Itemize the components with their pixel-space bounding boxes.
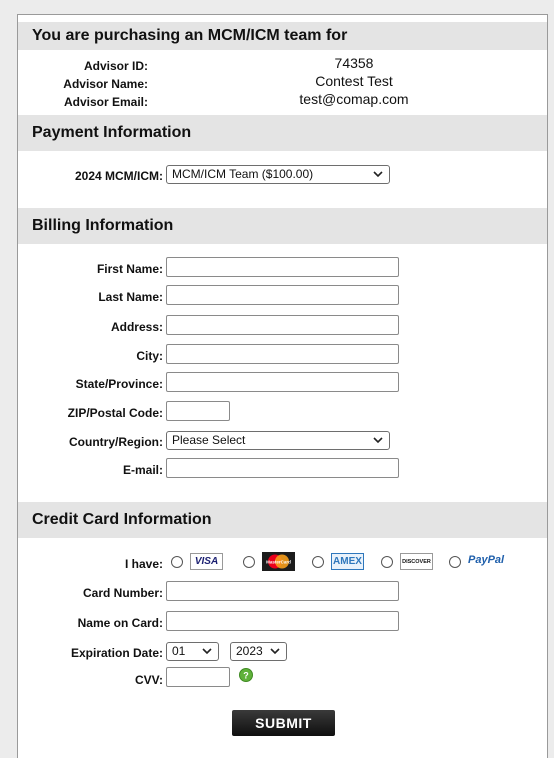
first-name-input[interactable] [166,257,399,277]
amex-radio[interactable] [312,556,324,568]
chevron-down-icon [373,437,383,444]
card-number-input[interactable] [166,581,399,601]
city-label: City: [136,349,163,363]
chevron-down-icon [270,648,280,655]
zip-label: ZIP/Postal Code: [67,406,163,420]
exp-month-select[interactable]: 01 [166,642,219,661]
email-input[interactable] [166,458,399,478]
payment-section-title: Payment Information [18,115,547,151]
card-type-label: I have: [124,557,163,571]
last-name-input[interactable] [166,285,399,305]
visa-card-icon: VISA [190,553,223,570]
advisor-id-value: 74358 [334,55,374,71]
city-input[interactable] [166,344,399,364]
state-label: State/Province: [75,377,163,391]
cvv-label: CVV: [134,673,163,687]
chevron-down-icon [373,171,383,178]
card-number-label: Card Number: [82,586,163,600]
paypal-label: PayPal [468,554,505,566]
mastercard-label: MasterCard [266,560,291,565]
zip-input[interactable] [166,401,230,421]
name-on-card-label: Name on Card: [77,616,163,630]
first-name-label: First Name: [96,262,163,276]
advisor-name-label: Advisor Name: [63,77,148,91]
expiration-label: Expiration Date: [70,646,163,660]
country-select[interactable]: Please Select [166,431,390,450]
purchase-form-panel: You are purchasing an MCM/ICM team for A… [17,14,548,758]
last-name-label: Last Name: [98,290,163,304]
advisor-email-value: test@comap.com [299,91,409,107]
paypal-radio[interactable] [449,556,461,568]
exp-month-value: 01 [172,644,186,658]
svg-text:?: ? [243,671,249,681]
state-input[interactable] [166,372,399,392]
billing-section-title: Billing Information [18,208,547,244]
visa-radio[interactable] [171,556,183,568]
advisor-name-value: Contest Test [315,73,393,89]
cvv-input[interactable] [166,667,230,687]
exp-year-select[interactable]: 2023 [230,642,287,661]
mastercard-icon: MasterCard [262,552,295,571]
exp-year-value: 2023 [236,644,263,658]
email-label: E-mail: [122,463,163,477]
help-icon[interactable]: ? [239,668,253,682]
name-on-card-input[interactable] [166,611,399,631]
purchase-header: You are purchasing an MCM/ICM team for [18,22,547,50]
credit-section-title: Credit Card Information [18,502,547,538]
product-select-value: MCM/ICM Team ($100.00) [172,167,314,181]
mastercard-radio[interactable] [243,556,255,568]
address-input[interactable] [166,315,399,335]
submit-button[interactable]: SUBMIT [232,710,335,736]
address-label: Address: [110,320,163,334]
advisor-id-label: Advisor ID: [83,59,148,73]
product-label: 2024 MCM/ICM: [74,169,163,183]
product-select[interactable]: MCM/ICM Team ($100.00) [166,165,390,184]
country-label: Country/Region: [69,435,163,449]
advisor-email-label: Advisor Email: [63,95,148,109]
chevron-down-icon [202,648,212,655]
amex-card-icon: AMEX [331,553,364,570]
discover-card-icon: DISCOVER [400,553,433,570]
country-select-value: Please Select [172,433,246,447]
discover-radio[interactable] [381,556,393,568]
